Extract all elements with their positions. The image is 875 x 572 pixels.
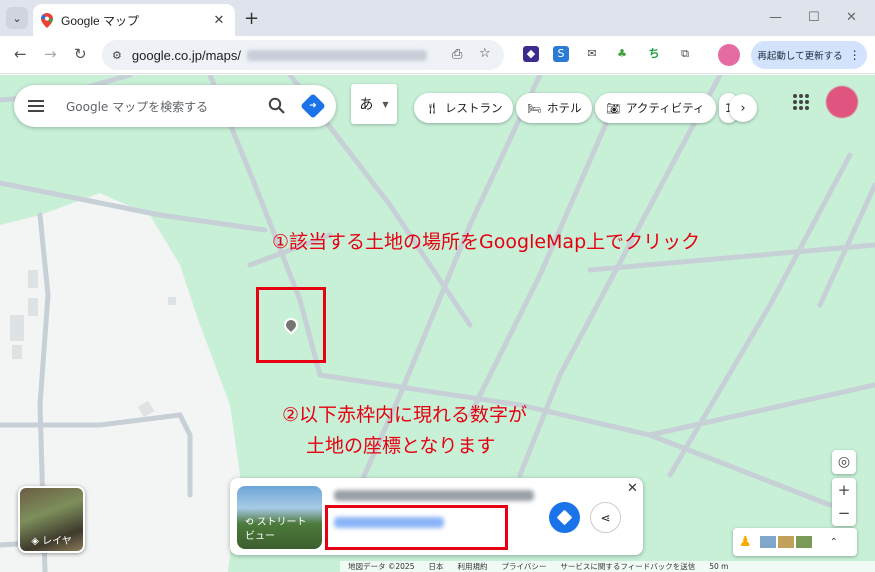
zoom-out-button[interactable]: − [838, 502, 851, 526]
tab-strip: ⌄ Google マップ ✕ + — ☐ ✕ [0, 0, 875, 36]
fork-knife-icon: 🍴︎ [425, 101, 439, 115]
minimize-button[interactable]: — [769, 10, 782, 25]
coordinates-highlight-box [325, 505, 508, 550]
address-bar[interactable]: ⚙ google.co.jp/maps/ ⎙ ☆ [102, 40, 504, 70]
back-arrow-icon[interactable]: ← [14, 45, 27, 63]
place-info-card[interactable]: ⟲ ストリート ビュー ⋖ ✕ [230, 478, 643, 555]
tab-google-maps[interactable]: Google マップ ✕ [33, 4, 235, 36]
relaunch-label: 再起動して更新する [757, 51, 843, 62]
tab-title: Google マップ [61, 13, 140, 28]
map-canvas[interactable]: Google マップを検索する ➜ あ ▼ 🍴︎ レストラン 🛏︎ ホテル 📷︎… [0, 75, 875, 572]
ime-label: あ [359, 97, 374, 113]
map-footer: 地図データ ©2025 日本 利用規約 プライバシー サービスに関するフィードバ… [340, 561, 875, 572]
bookmark-star-icon[interactable]: ☆ [479, 46, 491, 61]
footer-country[interactable]: 日本 [428, 561, 443, 572]
maps-search-box[interactable]: Google マップを検索する ➜ [14, 85, 336, 127]
footer-terms[interactable]: 利用規約 [457, 561, 487, 572]
google-apps-icon[interactable] [793, 94, 809, 110]
share-icon[interactable]: ⋖ [590, 502, 621, 533]
footer-scale[interactable]: 50 m [709, 562, 728, 571]
chip-activities-label: アクティビティ [625, 101, 705, 115]
clover-icon[interactable]: ♣ [614, 46, 630, 62]
url-redacted [247, 49, 427, 61]
address-redacted [334, 490, 534, 501]
account-avatar[interactable] [826, 86, 858, 118]
chip-activities[interactable]: 📷︎ アクティビティ [595, 93, 716, 123]
layers-label: レイヤ [42, 536, 72, 547]
browser-toolbar: ← → ↻ ⚙ google.co.jp/maps/ ⎙ ☆ ◆ S ✉ ♣ ち… [0, 36, 875, 74]
layers-button[interactable]: ◈ レイヤ [18, 486, 85, 553]
search-placeholder: Google マップを検索する [66, 99, 209, 114]
chevron-right-icon[interactable]: › [729, 94, 757, 122]
zoom-controls: + − [832, 478, 856, 526]
footer-feedback[interactable]: サービスに関するフィードバックを送信 [560, 561, 695, 572]
maximize-button[interactable]: ☐ [808, 10, 820, 25]
tab-search-button[interactable]: ⌄ [6, 7, 28, 29]
forward-arrow-icon[interactable]: → [44, 45, 57, 63]
chip-hotel[interactable]: 🛏︎ ホテル [516, 93, 593, 123]
annotation-step2-line2: 土地の座標となります [306, 435, 496, 457]
tab-close-icon[interactable]: ✕ [211, 13, 227, 28]
install-app-icon[interactable]: ⎙ [452, 47, 462, 62]
camera-icon: 📷︎ [606, 101, 620, 115]
annotation-step2-line1: ②以下赤枠内に現れる数字が [282, 404, 528, 426]
site-info-icon[interactable]: ⚙ [112, 49, 122, 62]
street-view-peg-bar: ♟ ⌃ [733, 528, 857, 556]
street-view-thumbnail[interactable]: ⟲ ストリート ビュー [237, 486, 322, 549]
reload-icon[interactable]: ↻ [74, 45, 87, 63]
zoom-in-button[interactable]: + [838, 478, 851, 502]
annotation-step1: ①該当する土地の場所をGoogleMap上でクリック [272, 231, 701, 253]
street-view-rotate-icon: ⟲ [245, 517, 257, 528]
imagery-thumbnails[interactable] [759, 536, 812, 548]
mail-icon[interactable]: ✉ [584, 46, 600, 62]
my-location-icon[interactable]: ◎ [832, 450, 856, 474]
menu-dots-icon[interactable]: ⋮ [849, 48, 861, 62]
chip-restaurant[interactable]: 🍴︎ レストラン [414, 93, 514, 123]
new-tab-button[interactable]: + [244, 8, 259, 29]
search-icon[interactable] [268, 97, 286, 115]
menu-hamburger-icon[interactable] [28, 100, 44, 112]
relaunch-update-button[interactable]: 再起動して更新する ⋮ [751, 41, 867, 69]
card-close-icon[interactable]: ✕ [627, 481, 638, 496]
chip-restaurant-label: レストラン [444, 101, 503, 115]
bed-icon: 🛏︎ [527, 101, 541, 115]
footer-map-data: 地図データ ©2025 [348, 562, 415, 571]
url-text: google.co.jp/maps/ [131, 47, 241, 63]
extensions-puzzle-icon[interactable]: ⧉ [677, 46, 693, 62]
extension-1-icon[interactable]: ◆ [523, 46, 539, 62]
card-directions-button[interactable] [549, 502, 580, 533]
layers-stack-icon: ◈ [31, 536, 43, 547]
close-window-button[interactable]: ✕ [846, 10, 857, 25]
extension-chi-icon[interactable]: ち [646, 46, 662, 62]
profile-avatar[interactable] [718, 44, 740, 66]
extension-2-icon[interactable]: S [553, 46, 569, 62]
directions-icon[interactable]: ➜ [300, 93, 326, 119]
ime-dropdown-icon[interactable]: ▼ [382, 100, 388, 109]
footer-privacy[interactable]: プライバシー [501, 561, 546, 572]
google-maps-pin-icon [41, 13, 53, 28]
expand-chevrons-icon[interactable]: ⌃ [830, 537, 838, 548]
pegman-icon[interactable]: ♟ [739, 534, 752, 550]
ime-toggle-button[interactable]: あ ▼ [351, 84, 397, 124]
chip-hotel-label: ホテル [546, 101, 582, 115]
